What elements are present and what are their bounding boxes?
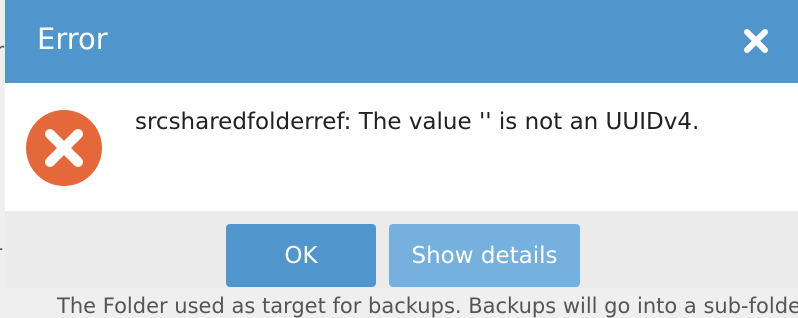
show-details-button[interactable]: Show details <box>389 224 580 287</box>
background-fragment: - <box>0 236 3 260</box>
ok-button[interactable]: OK <box>226 224 376 287</box>
background-help-text: The Folder used as target for backups. B… <box>57 294 798 318</box>
dialog-title: Error <box>37 22 108 56</box>
close-icon[interactable] <box>741 26 771 56</box>
error-message: srcsharedfolderref: The value '' is not … <box>135 109 700 135</box>
dialog-content: srcsharedfolderref: The value '' is not … <box>5 83 798 211</box>
error-icon <box>25 109 103 187</box>
background-fragment: r <box>0 38 5 62</box>
dialog-titlebar: Error <box>5 0 798 83</box>
error-dialog: Error srcsharedfolderref: The value '' i… <box>5 0 798 288</box>
